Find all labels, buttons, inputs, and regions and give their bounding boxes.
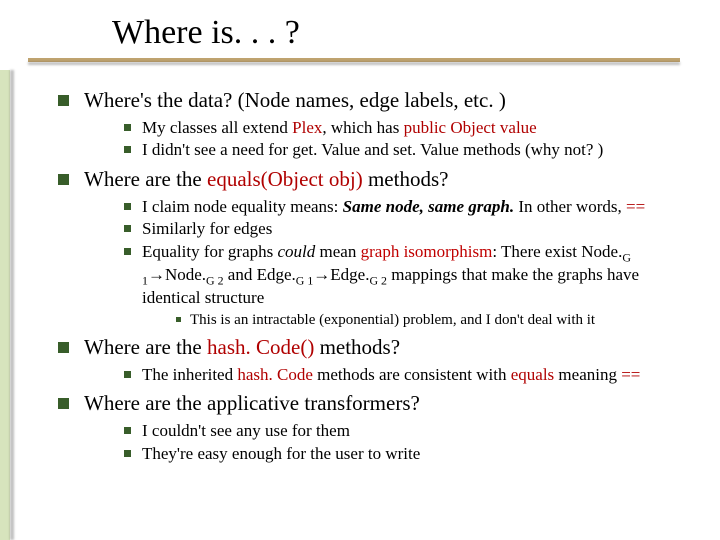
text: →Edge.	[313, 265, 369, 284]
bullet-1: Where's the data? (Node names, edge labe…	[58, 88, 680, 161]
text: and Edge.	[224, 265, 296, 284]
subscript: G 1	[296, 273, 314, 287]
text: Where are the	[84, 335, 207, 359]
text: Where are the applicative transformers?	[84, 391, 420, 415]
bullet-2-sub-2: Similarly for edges	[124, 219, 680, 240]
title-underline	[28, 58, 680, 62]
side-stripe	[0, 70, 10, 540]
text: Equality for graphs	[142, 242, 278, 261]
text: I couldn't see any use for them	[142, 421, 350, 440]
text: methods are consistent with	[313, 365, 511, 384]
text: The inherited	[142, 365, 237, 384]
text: methods?	[314, 335, 400, 359]
code-equals-2: equals	[511, 365, 554, 384]
code-equals: equals(Object obj)	[207, 167, 363, 191]
text: methods?	[363, 167, 449, 191]
bullet-2-sub-1: I claim node equality means: Same node, …	[124, 197, 680, 218]
code-hashcode: hash. Code()	[207, 335, 314, 359]
bullet-4-sub-1: I couldn't see any use for them	[124, 421, 680, 442]
text: , which has	[322, 118, 403, 137]
text: They're easy enough for the user to writ…	[142, 444, 420, 463]
bullet-2: Where are the equals(Object obj) methods…	[58, 167, 680, 329]
bullet-4-sub-2: They're easy enough for the user to writ…	[124, 444, 680, 465]
slide-body: Where's the data? (Node names, edge labe…	[58, 88, 680, 470]
code-plex: Plex	[292, 118, 322, 137]
term-graph-isomorphism: graph isomorphism	[361, 242, 493, 261]
title-area: Where is. . . ?	[0, 0, 720, 68]
text: Similarly for edges	[142, 219, 272, 238]
bullet-2-sub-3-sub-1: This is an intractable (exponential) pro…	[176, 311, 680, 329]
slide: Where is. . . ? Where's the data? (Node …	[0, 0, 720, 540]
text: In other words,	[514, 197, 626, 216]
bullet-2-sub-3: Equality for graphs could mean graph iso…	[124, 242, 680, 329]
text: meaning	[554, 365, 621, 384]
bullet-1-sub-1: My classes all extend Plex, which has pu…	[124, 118, 680, 139]
bullet-4: Where are the applicative transformers? …	[58, 391, 680, 464]
bullet-3: Where are the hash. Code() methods? The …	[58, 335, 680, 385]
code-eqeq: ==	[626, 197, 645, 216]
text: Where are the	[84, 167, 207, 191]
text: mean	[315, 242, 360, 261]
subscript: G 2	[369, 273, 387, 287]
text: This is an intractable (exponential) pro…	[190, 312, 595, 328]
text: : There exist Node.	[492, 242, 622, 261]
code-public-object-value: public Object value	[404, 118, 537, 137]
code-eqeq-2: ==	[621, 365, 640, 384]
text: I claim node equality means:	[142, 197, 343, 216]
bullet-1-sub-2: I didn't see a need for get. Value and s…	[124, 140, 680, 161]
slide-title: Where is. . . ?	[112, 14, 300, 52]
bullet-1-text: Where's the data? (Node names, edge labe…	[84, 88, 506, 112]
text: →Node.	[148, 265, 206, 284]
emphasis-could: could	[278, 242, 316, 261]
code-hashcode-2: hash. Code	[237, 365, 313, 384]
text: My classes all extend	[142, 118, 292, 137]
emphasis: Same node, same graph.	[343, 197, 514, 216]
bullet-3-sub-1: The inherited hash. Code methods are con…	[124, 365, 680, 386]
subscript: G 2	[206, 273, 224, 287]
text: I didn't see a need for get. Value and s…	[142, 140, 603, 159]
